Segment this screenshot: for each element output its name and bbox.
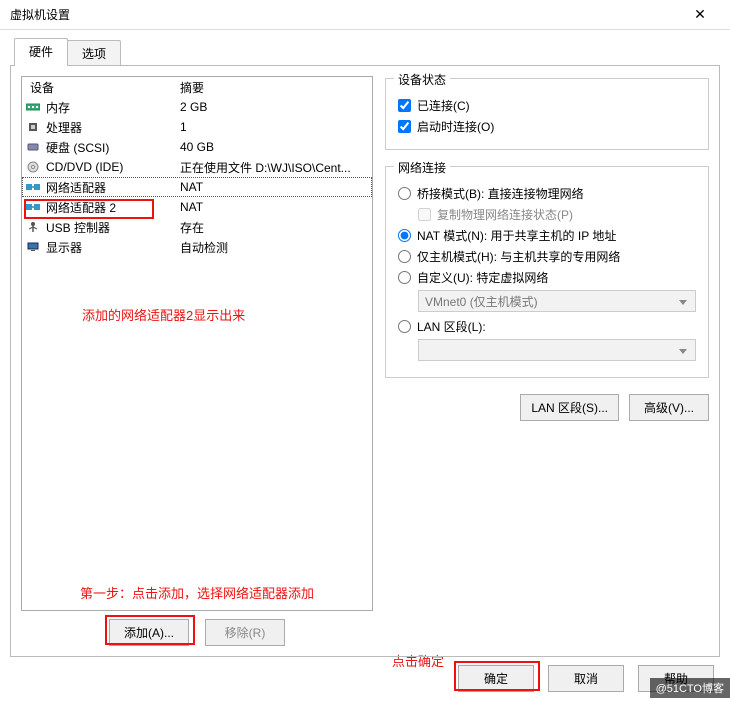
radio-bridged-label: 桥接模式(B): 直接连接物理网络	[417, 185, 584, 202]
left-column: 设备 摘要 内存 2 GB 处理器 1 硬盘 (SCSI) 40 GB CD/DVD (ID…	[21, 76, 373, 646]
cpu-icon	[26, 121, 40, 133]
dialog-content: 硬件 选项 设备 摘要 内存 2 GB 处理器 1 硬盘 (SCSI) 40 GB CD/D…	[0, 30, 730, 710]
combo-lan-segment[interactable]	[418, 339, 696, 361]
device-name: USB 控制器	[46, 219, 110, 236]
watermark: @51CTO博客	[650, 678, 730, 698]
cancel-button[interactable]: 取消	[548, 665, 624, 692]
checkbox-connected[interactable]: 已连接(C)	[398, 97, 696, 114]
col-summary: 摘要	[180, 79, 368, 96]
tab-options[interactable]: 选项	[67, 40, 121, 66]
device-row[interactable]: 硬盘 (SCSI) 40 GB	[22, 137, 372, 157]
radio-hostonly-input[interactable]	[398, 250, 411, 263]
device-name: 网络适配器 2	[46, 199, 116, 216]
left-buttons: 添加(A)... 移除(R)	[21, 619, 373, 646]
checkbox-connect-on-start[interactable]: 启动时连接(O)	[398, 118, 696, 135]
device-row[interactable]: USB 控制器 存在	[22, 217, 372, 237]
advanced-button[interactable]: 高级(V)...	[629, 394, 709, 421]
device-summary: 40 GB	[180, 140, 368, 154]
checkbox-connected-label: 已连接(C)	[417, 97, 470, 114]
add-button-label: 添加(A)...	[124, 626, 174, 640]
lan-segments-button[interactable]: LAN 区段(S)...	[520, 394, 619, 421]
net-icon	[26, 181, 40, 193]
device-name: 显示器	[46, 239, 82, 256]
radio-lan-segment-label: LAN 区段(L):	[417, 318, 486, 335]
remove-button[interactable]: 移除(R)	[205, 619, 285, 646]
device-summary: 正在使用文件 D:\WJ\ISO\Cent...	[180, 159, 368, 176]
checkbox-connect-on-start-label: 启动时连接(O)	[417, 118, 494, 135]
radio-nat-label: NAT 模式(N): 用于共享主机的 IP 地址	[417, 227, 616, 244]
device-name: 硬盘 (SCSI)	[46, 139, 109, 156]
col-device: 设备	[26, 79, 180, 96]
checkbox-replicate: 复制物理网络连接状态(P)	[418, 206, 696, 223]
usb-icon	[26, 221, 40, 233]
device-summary: 1	[180, 120, 368, 134]
device-row[interactable]: 网络适配器 2 NAT	[22, 197, 372, 217]
device-row[interactable]: 处理器 1	[22, 117, 372, 137]
radio-lan-segment-input[interactable]	[398, 320, 411, 333]
device-summary: NAT	[180, 180, 368, 194]
close-icon[interactable]: ✕	[680, 6, 720, 23]
cd-icon	[26, 161, 40, 173]
checkbox-connect-on-start-input[interactable]	[398, 120, 411, 133]
device-summary: 自动检测	[180, 239, 368, 256]
right-column: 设备状态 已连接(C) 启动时连接(O) 网络连接 桥接模式(B): 直接连接物…	[385, 76, 709, 646]
tab-strip: 硬件 选项	[14, 38, 720, 66]
device-row[interactable]: 内存 2 GB	[22, 97, 372, 117]
tab-hardware[interactable]: 硬件	[14, 38, 68, 66]
group-network-connection-title: 网络连接	[394, 159, 450, 176]
radio-hostonly[interactable]: 仅主机模式(H): 与主机共享的专用网络	[398, 248, 696, 265]
disk-icon	[26, 141, 40, 153]
combo-custom-vnet[interactable]: VMnet0 (仅主机模式)	[418, 290, 696, 312]
right-buttons-row: LAN 区段(S)... 高级(V)...	[385, 394, 709, 421]
device-name: CD/DVD (IDE)	[46, 160, 123, 174]
radio-bridged[interactable]: 桥接模式(B): 直接连接物理网络	[398, 185, 696, 202]
annotation-text-adapter2: 添加的网络适配器2显示出来	[82, 305, 245, 324]
device-name: 内存	[46, 99, 70, 116]
device-summary: 存在	[180, 219, 368, 236]
net-icon	[26, 201, 40, 213]
device-list[interactable]: 设备 摘要 内存 2 GB 处理器 1 硬盘 (SCSI) 40 GB CD/DVD (ID…	[21, 76, 373, 611]
checkbox-connected-input[interactable]	[398, 99, 411, 112]
annotation-text-step1: 第一步：点击添加，选择网络适配器添加	[80, 583, 314, 602]
group-device-status-title: 设备状态	[394, 71, 450, 88]
device-summary: NAT	[180, 200, 368, 214]
device-row[interactable]: 显示器 自动检测	[22, 237, 372, 257]
radio-custom-input[interactable]	[398, 271, 411, 284]
checkbox-replicate-label: 复制物理网络连接状态(P)	[437, 206, 573, 223]
radio-nat[interactable]: NAT 模式(N): 用于共享主机的 IP 地址	[398, 227, 696, 244]
ok-button[interactable]: 确定	[458, 665, 534, 692]
device-summary: 2 GB	[180, 100, 368, 114]
radio-custom-label: 自定义(U): 特定虚拟网络	[417, 269, 548, 286]
radio-hostonly-label: 仅主机模式(H): 与主机共享的专用网络	[417, 248, 620, 265]
dialog-buttons: 点击确定 确定 取消 帮助	[10, 657, 720, 700]
radio-bridged-input[interactable]	[398, 187, 411, 200]
radio-nat-input[interactable]	[398, 229, 411, 242]
device-list-header: 设备 摘要	[22, 77, 372, 97]
checkbox-replicate-input	[418, 208, 431, 221]
radio-lan-segment[interactable]: LAN 区段(L):	[398, 318, 696, 335]
radio-custom[interactable]: 自定义(U): 特定虚拟网络	[398, 269, 696, 286]
window-title: 虚拟机设置	[10, 6, 680, 23]
group-device-status: 设备状态 已连接(C) 启动时连接(O)	[385, 78, 709, 150]
titlebar: 虚拟机设置 ✕	[0, 0, 730, 30]
add-button[interactable]: 添加(A)...	[109, 619, 189, 646]
device-name: 网络适配器	[46, 179, 106, 196]
device-row[interactable]: 网络适配器 NAT	[22, 177, 372, 197]
tab-body: 设备 摘要 内存 2 GB 处理器 1 硬盘 (SCSI) 40 GB CD/DVD (ID…	[10, 65, 720, 657]
memory-icon	[26, 101, 40, 113]
device-name: 处理器	[46, 119, 82, 136]
group-network-connection: 网络连接 桥接模式(B): 直接连接物理网络 复制物理网络连接状态(P) NAT…	[385, 166, 709, 378]
display-icon	[26, 241, 40, 253]
device-row[interactable]: CD/DVD (IDE) 正在使用文件 D:\WJ\ISO\Cent...	[22, 157, 372, 177]
